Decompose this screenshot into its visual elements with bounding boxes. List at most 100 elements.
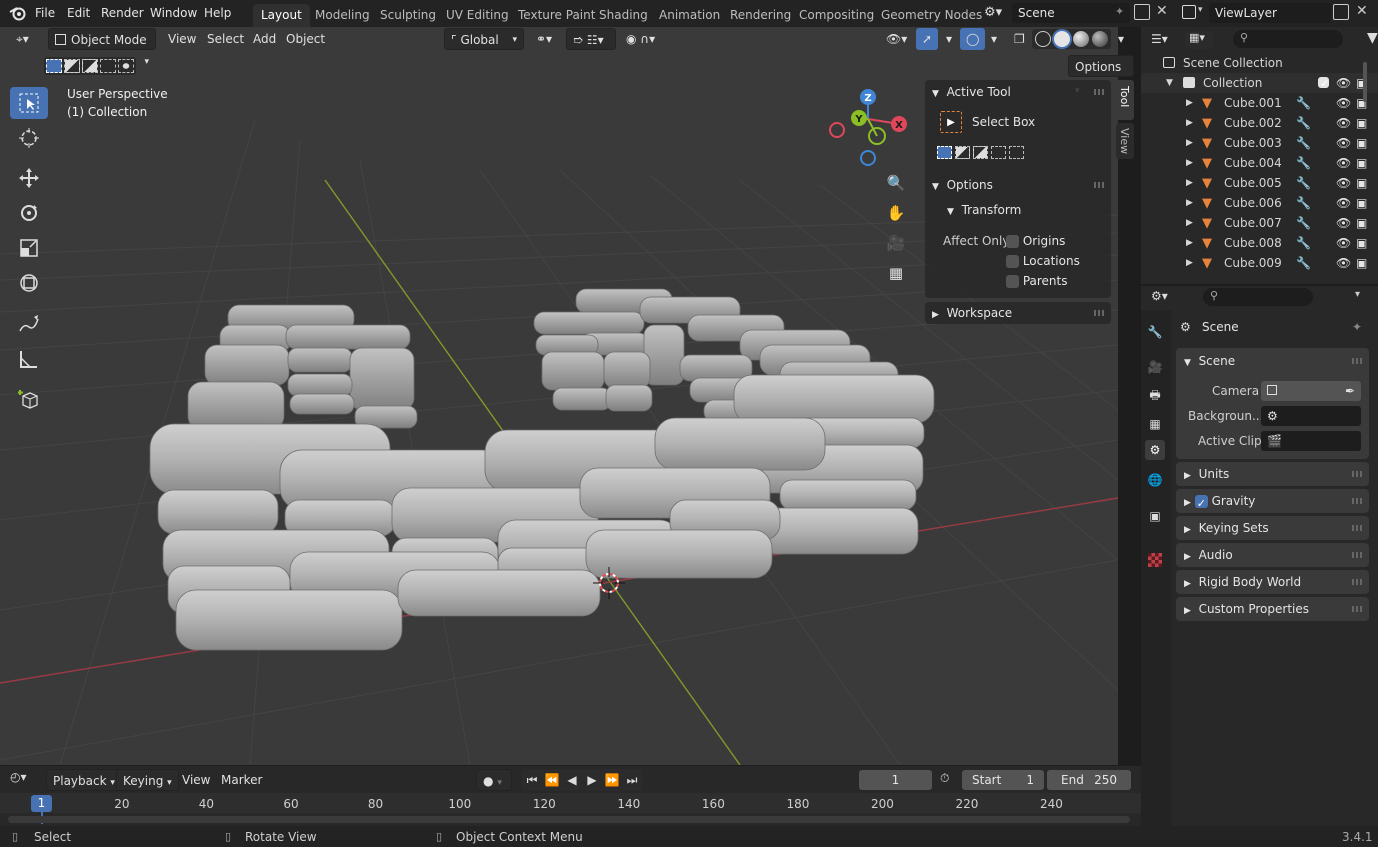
menu-render[interactable]: Render bbox=[101, 0, 144, 27]
scene-name-field[interactable]: Scene bbox=[1012, 3, 1130, 23]
drag-handle-icon[interactable] bbox=[1094, 182, 1104, 188]
select-intersect-icon[interactable] bbox=[118, 59, 134, 73]
transform-header[interactable]: ▼ Transform bbox=[947, 199, 1021, 221]
properties-editor-type-icon[interactable]: ⚙▾ bbox=[1151, 289, 1168, 303]
rotate-tool[interactable] bbox=[10, 197, 48, 229]
texture-tab-icon[interactable] bbox=[1145, 550, 1165, 570]
active-tool-header[interactable]: ▼ Active Tool bbox=[932, 81, 1011, 103]
outliner-object-row[interactable]: ▶ ▼ Cube.005 🔧 👁 ▣ bbox=[1141, 173, 1378, 193]
chevron-right-icon[interactable]: ▶ bbox=[1186, 153, 1193, 173]
select-new-icon[interactable] bbox=[937, 146, 952, 159]
tab-view[interactable]: View bbox=[1116, 123, 1134, 159]
menu-help[interactable]: Help bbox=[204, 0, 231, 27]
outliner-scrollbar[interactable] bbox=[1363, 62, 1367, 102]
visibility-icon[interactable]: 👁▾ bbox=[880, 28, 913, 50]
chevron-right-icon[interactable]: ▶ bbox=[1186, 193, 1193, 213]
outliner-search-input[interactable]: ⚲ bbox=[1233, 30, 1343, 48]
tab-layout[interactable]: Layout bbox=[253, 4, 310, 27]
display-mode-icon[interactable]: ▦▾ bbox=[1185, 31, 1213, 49]
outliner-object-row[interactable]: ▶ ▼ Cube.006 🔧 👁 ▣ bbox=[1141, 193, 1378, 213]
outliner-object-row[interactable]: ▶ ▼ Cube.009 🔧 👁 ▣ bbox=[1141, 253, 1378, 273]
outliner-object-row[interactable]: ▶ ▼ Cube.008 🔧 👁 ▣ bbox=[1141, 233, 1378, 253]
eye-icon[interactable]: 👁 bbox=[1336, 113, 1351, 133]
scale-tool[interactable] bbox=[10, 232, 48, 264]
jump-start-icon[interactable]: ⏮ bbox=[522, 773, 542, 788]
rendered-shading-icon[interactable] bbox=[1092, 31, 1108, 47]
menu-edit[interactable]: Edit bbox=[67, 0, 90, 27]
world-tab-icon[interactable]: 🌐 bbox=[1145, 470, 1165, 490]
units-panel[interactable]: ▶ Units bbox=[1176, 462, 1369, 486]
outliner-object-row[interactable]: ▶ ▼ Cube.004 🔧 👁 ▣ bbox=[1141, 153, 1378, 173]
locations-checkbox[interactable]: Locations bbox=[1006, 254, 1080, 268]
modifier-wrench-icon[interactable]: 🔧 bbox=[1296, 193, 1311, 213]
blender-logo-icon[interactable] bbox=[9, 5, 27, 24]
gizmo-toggle-icon[interactable]: ➚ bbox=[916, 28, 939, 50]
eye-icon[interactable]: 👁 bbox=[1336, 253, 1351, 273]
chevron-right-icon[interactable]: ▶ bbox=[1186, 173, 1193, 193]
pin-icon[interactable]: ✦ bbox=[1352, 320, 1362, 334]
scene-tab-icon[interactable]: ⚙ bbox=[1145, 440, 1165, 460]
outliner-object-row[interactable]: ▶ ▼ Cube.003 🔧 👁 ▣ bbox=[1141, 133, 1378, 153]
move-tool[interactable] bbox=[10, 162, 48, 194]
view-layer-icon[interactable] bbox=[1182, 5, 1196, 19]
wireframe-shading-icon[interactable] bbox=[1035, 31, 1051, 47]
material-shading-icon[interactable] bbox=[1073, 31, 1089, 47]
eyedropper-icon[interactable]: ✒ bbox=[1345, 381, 1355, 401]
menu-window[interactable]: Window bbox=[150, 0, 197, 27]
delete-scene-icon[interactable]: ✕ bbox=[1156, 3, 1168, 19]
chevron-right-icon[interactable]: ▶ bbox=[1186, 113, 1193, 133]
proportional-edit-icon[interactable]: ◉ ∩▾ bbox=[620, 28, 661, 50]
camera-render-icon[interactable]: ▣ bbox=[1356, 173, 1367, 193]
delete-view-layer-icon[interactable]: ✕ bbox=[1356, 3, 1368, 19]
gizmo-chevron-icon[interactable]: ▾ bbox=[940, 28, 958, 50]
drag-handle-icon[interactable] bbox=[1352, 358, 1362, 364]
orientation-dropdown[interactable]: ⌜ Global ▾ bbox=[444, 28, 524, 50]
outliner-object-row[interactable]: ▶ ▼ Cube.001 🔧 👁 ▣ bbox=[1141, 93, 1378, 113]
scene-collection-row[interactable]: Scene Collection bbox=[1141, 53, 1378, 73]
measure-tool[interactable] bbox=[10, 343, 48, 375]
pivot-point-icon[interactable]: ⚭▾ bbox=[530, 28, 558, 50]
select-box-tool-icon[interactable]: ▶ bbox=[940, 111, 962, 133]
solid-shading-icon[interactable] bbox=[1054, 31, 1070, 47]
outliner-editor-type-icon[interactable]: ☰▾ bbox=[1151, 32, 1168, 46]
gravity-panel[interactable]: ▶ Gravity bbox=[1176, 489, 1369, 516]
playback-menu[interactable]: Playback ▾ bbox=[46, 769, 122, 791]
active-clip-field[interactable]: 🎬 bbox=[1261, 431, 1361, 451]
options-dropdown[interactable]: Options ▾ bbox=[1068, 55, 1134, 96]
menu-add[interactable]: Add bbox=[247, 28, 282, 50]
chevron-right-icon[interactable]: ▶ bbox=[1186, 93, 1193, 113]
camera-render-icon[interactable]: ▣ bbox=[1356, 233, 1367, 253]
eye-icon[interactable]: 👁 bbox=[1336, 73, 1351, 93]
properties-search-input[interactable]: ⚲ bbox=[1203, 288, 1313, 306]
marker-menu[interactable]: Marker bbox=[215, 769, 268, 791]
timeline-editor-type-icon[interactable]: ◴▾ bbox=[10, 770, 27, 784]
scene-panel-header[interactable]: ▼ Scene bbox=[1184, 354, 1235, 368]
output-tab-icon[interactable]: 🖶 bbox=[1145, 386, 1165, 406]
new-view-layer-icon[interactable] bbox=[1333, 4, 1349, 20]
select-subtract-icon[interactable] bbox=[82, 59, 98, 73]
select-invert-icon[interactable] bbox=[100, 59, 116, 73]
view-layer-chevron-icon[interactable]: ▾ bbox=[1198, 5, 1203, 15]
overlays-chevron-icon[interactable]: ▾ bbox=[985, 28, 1003, 50]
modifier-wrench-icon[interactable]: 🔧 bbox=[1296, 213, 1311, 233]
modifier-wrench-icon[interactable]: 🔧 bbox=[1296, 133, 1311, 153]
tool-settings-tab-icon[interactable]: 🔧 bbox=[1145, 322, 1165, 342]
outliner-object-row[interactable]: ▶ ▼ Cube.007 🔧 👁 ▣ bbox=[1141, 213, 1378, 233]
scene-selector-icon[interactable]: ⚙▾ bbox=[984, 5, 1002, 20]
tab-compositing[interactable]: Compositing bbox=[791, 4, 882, 27]
tab-sculpting[interactable]: Sculpting bbox=[372, 4, 444, 27]
keying-menu[interactable]: Keying ▾ bbox=[116, 769, 179, 791]
eye-icon[interactable]: 👁 bbox=[1336, 193, 1351, 213]
render-tab-icon[interactable]: 🎥 bbox=[1145, 357, 1165, 377]
view-layer-field[interactable]: ViewLayer bbox=[1209, 3, 1331, 23]
select-subtract-icon[interactable] bbox=[973, 146, 988, 159]
add-cube-tool[interactable] bbox=[10, 383, 48, 415]
timeline-scrollbar[interactable] bbox=[8, 816, 1130, 823]
start-frame-field[interactable]: Start 1 bbox=[962, 770, 1044, 790]
chevron-down-icon[interactable]: ▾ bbox=[1355, 289, 1360, 300]
shading-chevron-icon[interactable]: ▾ bbox=[1112, 28, 1130, 50]
prev-keyframe-icon[interactable]: ⏪ bbox=[542, 773, 562, 787]
overlays-icon[interactable]: ◯ bbox=[960, 28, 986, 50]
collection-row[interactable]: ▼ Collection 👁 ▣ bbox=[1141, 73, 1378, 94]
modifier-wrench-icon[interactable]: 🔧 bbox=[1296, 233, 1311, 253]
